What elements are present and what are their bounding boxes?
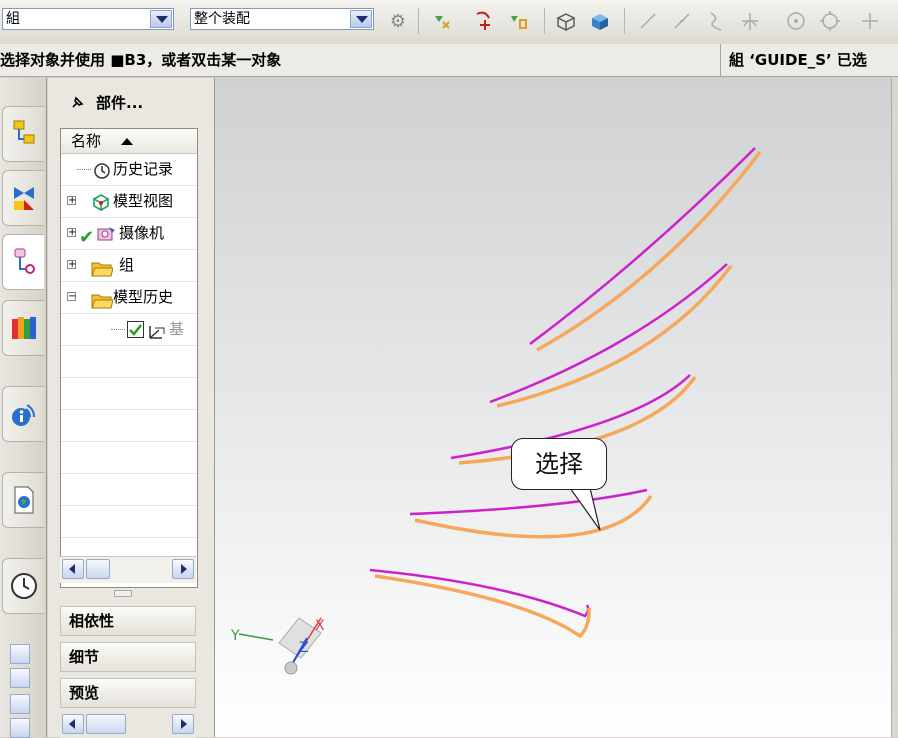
history-tab[interactable] — [2, 558, 44, 614]
clock-icon — [10, 573, 37, 599]
folder-open-icon — [91, 290, 114, 313]
scroll-up-button[interactable] — [10, 668, 30, 688]
section-curve-1 — [536, 150, 762, 352]
viewport-edge — [891, 78, 898, 737]
folder-icon — [91, 258, 114, 281]
type-filter-value: 組 — [6, 11, 20, 27]
assembly-navigator-icon — [13, 120, 34, 144]
circle-quadrant-icon[interactable] — [816, 8, 844, 34]
clock-icon — [93, 160, 111, 185]
graphics-window[interactable]: Y X Z 选择 — [215, 78, 898, 737]
status-info: 組 ‘GUIDE_S’ 已选 — [720, 44, 867, 76]
collapse-icon[interactable]: − — [67, 292, 76, 302]
tree-item-groups[interactable]: + 组 — [61, 250, 197, 282]
constraint-navigator-tab[interactable] — [2, 170, 44, 226]
wcs-triad[interactable]: Y X Z — [230, 617, 325, 675]
datum-csys-icon — [147, 321, 167, 345]
expand-icon[interactable]: + — [67, 228, 76, 238]
web-browser-tab[interactable] — [2, 472, 44, 528]
scroll-down-button[interactable] — [10, 694, 30, 714]
name-column-label: 名称 — [71, 132, 102, 150]
tree-item-label: 基 — [169, 320, 185, 338]
cube-wire-icon[interactable] — [552, 8, 580, 34]
scroll-bottom-button[interactable] — [10, 718, 30, 738]
cue-line: 选择对象并使用 ■B3，或者双击某一对象 組 ‘GUIDE_S’ 已选 — [0, 44, 898, 77]
assembly-navigator-tab[interactable] — [2, 106, 44, 162]
scroll-top-button[interactable] — [10, 644, 30, 664]
type-filter-combo[interactable]: 組 — [2, 8, 174, 30]
scroll-left-button[interactable] — [62, 559, 84, 579]
snap-point-icon[interactable] — [428, 8, 456, 34]
books-icon — [11, 317, 36, 339]
axis-z-label: Z — [299, 640, 309, 656]
cue-prompt: 选择对象并使用 ■B3，或者双击某一对象 — [0, 51, 282, 69]
guide-curve-4 — [409, 488, 648, 516]
chevron-down-icon[interactable] — [350, 10, 372, 28]
tree-item-label: 模型视图 — [113, 192, 174, 210]
line-tangent-icon[interactable] — [668, 8, 696, 34]
section-curve-4 — [414, 495, 653, 539]
reuse-library-tab[interactable] — [2, 300, 44, 356]
preview-panel-header[interactable]: 预览 — [60, 678, 196, 708]
constraint-navigator-icon — [13, 187, 34, 210]
tree-item-label: 模型历史 — [113, 288, 174, 306]
sort-ascending-icon — [121, 138, 133, 145]
main-toolbar: 組 整个装配 ⚙ — [0, 0, 898, 45]
tree-item-model-views[interactable]: + 模型视图 — [61, 186, 197, 218]
pin-icon[interactable] — [70, 94, 86, 114]
tree-item-label: 历史记录 — [113, 160, 174, 178]
scroll-thumb[interactable] — [86, 714, 126, 734]
line-icon[interactable] — [634, 8, 662, 34]
circle-point-icon[interactable] — [782, 8, 810, 34]
snap-end-icon[interactable] — [505, 8, 533, 34]
tree-item-model-history[interactable]: − 模型历史 — [61, 282, 197, 314]
tree-item-datum[interactable]: 基 — [61, 314, 197, 346]
hd3d-tools-tab[interactable] — [2, 386, 44, 442]
crosshair-icon[interactable] — [736, 8, 764, 34]
axis-y-label: Y — [230, 628, 240, 644]
plus-point-icon[interactable] — [856, 8, 884, 34]
part-navigator-tab[interactable] — [2, 234, 44, 290]
splitter-handle[interactable] — [114, 590, 132, 597]
selection-scope-value: 整个装配 — [194, 11, 250, 27]
tree-item-label: 组 — [119, 256, 135, 274]
scroll-right-button[interactable] — [172, 559, 194, 579]
tree-horizontal-scrollbar[interactable] — [60, 556, 196, 583]
move-point-icon[interactable] — [470, 8, 498, 34]
expand-icon[interactable]: + — [67, 260, 76, 270]
info-icon — [11, 404, 35, 426]
visibility-checkbox[interactable] — [127, 321, 144, 338]
scroll-left-button[interactable] — [62, 714, 84, 734]
chevron-down-icon[interactable] — [150, 10, 172, 28]
scroll-right-button[interactable] — [172, 714, 194, 734]
camera-icon — [95, 224, 117, 249]
web-page-icon — [14, 486, 33, 514]
cube-solid-icon[interactable] — [586, 8, 614, 34]
part-navigator-panel: 部件... 名称 历史记录 + 模型视图 + ✔ 摄像机 + 组 − 模型历史 … — [48, 78, 215, 738]
tree-item-history[interactable]: 历史记录 — [61, 154, 197, 186]
part-tree: 名称 历史记录 + 模型视图 + ✔ 摄像机 + 组 − 模型历史 基 — [60, 128, 198, 588]
axis-x-label: X — [315, 618, 325, 634]
part-navigator-icon — [14, 248, 35, 274]
select-feature-icon[interactable]: ⚙ — [384, 8, 412, 34]
name-column-header[interactable]: 名称 — [61, 129, 197, 154]
scroll-thumb[interactable] — [86, 559, 110, 579]
guide-curve-5 — [369, 568, 590, 618]
tree-item-cameras[interactable]: + ✔ 摄像机 — [61, 218, 197, 250]
lower-horizontal-scrollbar[interactable] — [60, 712, 196, 738]
expand-icon[interactable]: + — [67, 196, 76, 206]
curves-canvas[interactable]: Y X Z — [215, 78, 898, 737]
model-views-icon — [91, 192, 111, 217]
navigator-title: 部件... — [96, 94, 144, 112]
checkmark-icon: ✔ — [79, 227, 95, 248]
resource-bar — [0, 78, 47, 738]
dependencies-panel-header[interactable]: 相依性 — [60, 606, 196, 636]
curve-icon[interactable] — [702, 8, 730, 34]
selection-callout: 选择 — [511, 438, 607, 490]
tree-item-label: 摄像机 — [119, 224, 165, 242]
details-panel-header[interactable]: 细节 — [60, 642, 196, 672]
guide-curve-1 — [529, 147, 756, 346]
selection-scope-combo[interactable]: 整个装配 — [190, 8, 374, 30]
